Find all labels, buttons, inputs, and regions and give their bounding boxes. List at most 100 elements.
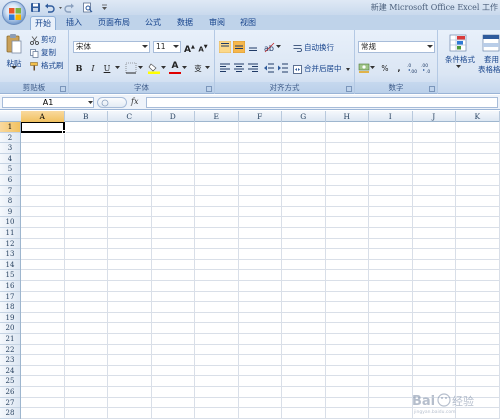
increase-indent-icon[interactable]: [277, 62, 289, 74]
alignment-dialog-launcher[interactable]: [346, 86, 352, 92]
row-header-16[interactable]: 16: [0, 281, 20, 292]
percent-button[interactable]: %: [379, 62, 391, 74]
clipboard-dialog-launcher[interactable]: [60, 86, 66, 92]
format-as-table-button[interactable]: 套用 表格格式: [478, 34, 500, 74]
align-bottom-icon[interactable]: [247, 41, 259, 53]
tab-data[interactable]: 数据: [175, 16, 195, 30]
align-left-icon[interactable]: [219, 62, 231, 74]
save-icon[interactable]: [30, 2, 41, 13]
customize-qat-icon[interactable]: [99, 2, 110, 13]
number-format-select[interactable]: 常规: [358, 41, 435, 53]
conditional-formatting-button[interactable]: 条件格式: [441, 34, 475, 74]
comma-button[interactable]: ,: [393, 62, 405, 74]
column-header-e[interactable]: E: [195, 111, 239, 122]
column-header-a[interactable]: A: [21, 111, 65, 122]
align-top-icon[interactable]: [219, 41, 231, 53]
print-preview-icon[interactable]: [82, 2, 93, 13]
font-color-dropdown-icon[interactable]: [182, 66, 187, 70]
row-header-15[interactable]: 15: [0, 270, 20, 281]
cell-grid[interactable]: [21, 122, 500, 419]
font-size-select[interactable]: 11: [153, 41, 181, 53]
accounting-format-icon[interactable]: [358, 62, 370, 74]
column-header-b[interactable]: B: [65, 111, 108, 122]
row-header-17[interactable]: 17: [0, 292, 20, 303]
underline-dropdown-icon[interactable]: [115, 66, 120, 70]
accounting-dropdown-icon[interactable]: [370, 66, 375, 70]
formula-input[interactable]: [146, 97, 498, 108]
orientation-dropdown-icon[interactable]: [276, 45, 281, 49]
row-header-4[interactable]: 4: [0, 154, 20, 165]
active-cell[interactable]: [21, 122, 66, 134]
row-header-2[interactable]: 2: [0, 133, 20, 144]
fill-color-icon[interactable]: [148, 62, 160, 74]
format-painter-button[interactable]: 格式刷: [30, 60, 64, 71]
row-header-7[interactable]: 7: [0, 186, 20, 197]
row-header-9[interactable]: 9: [0, 207, 20, 218]
align-center-icon[interactable]: [233, 62, 245, 74]
cut-button[interactable]: 剪切: [30, 34, 56, 45]
column-header-g[interactable]: G: [282, 111, 326, 122]
align-middle-icon[interactable]: [233, 41, 245, 53]
font-dialog-launcher[interactable]: [206, 86, 212, 92]
row-header-6[interactable]: 6: [0, 175, 20, 186]
borders-dropdown-icon[interactable]: [138, 66, 143, 70]
tab-insert[interactable]: 插入: [64, 16, 84, 30]
row-header-21[interactable]: 21: [0, 334, 20, 345]
row-header-13[interactable]: 13: [0, 249, 20, 260]
row-header-5[interactable]: 5: [0, 164, 20, 175]
shrink-font-button[interactable]: A▼: [197, 41, 209, 53]
column-header-i[interactable]: I: [369, 111, 413, 122]
undo-icon[interactable]: [44, 2, 55, 13]
orientation-icon[interactable]: ab: [263, 41, 275, 53]
row-header-23[interactable]: 23: [0, 355, 20, 366]
tab-view[interactable]: 视图: [238, 16, 258, 30]
align-right-icon[interactable]: [247, 62, 259, 74]
formula-bar-splitter[interactable]: [97, 97, 127, 108]
fill-handle[interactable]: [61, 129, 66, 134]
fill-color-dropdown-icon[interactable]: [161, 66, 166, 70]
row-header-14[interactable]: 14: [0, 260, 20, 271]
row-header-19[interactable]: 19: [0, 313, 20, 324]
insert-function-button[interactable]: fx: [131, 97, 143, 108]
tab-formulas[interactable]: 公式: [143, 16, 163, 30]
row-header-24[interactable]: 24: [0, 366, 20, 377]
name-box-dropdown-icon[interactable]: [88, 101, 93, 105]
column-header-j[interactable]: J: [413, 111, 456, 122]
tab-home[interactable]: 开始: [30, 16, 56, 30]
font-color-button[interactable]: A: [169, 61, 181, 74]
row-header-26[interactable]: 26: [0, 387, 20, 398]
redo-icon[interactable]: [64, 2, 75, 13]
row-header-11[interactable]: 11: [0, 228, 20, 239]
row-header-22[interactable]: 22: [0, 345, 20, 356]
row-header-20[interactable]: 20: [0, 323, 20, 334]
row-header-8[interactable]: 8: [0, 196, 20, 207]
row-header-28[interactable]: 28: [0, 408, 20, 419]
row-header-12[interactable]: 12: [0, 239, 20, 250]
number-dialog-launcher[interactable]: [429, 86, 435, 92]
tab-review[interactable]: 审阅: [207, 16, 227, 30]
bold-button[interactable]: B: [73, 62, 85, 74]
decrease-indent-icon[interactable]: [263, 62, 275, 74]
decrease-decimal-icon[interactable]: .00 .0: [421, 62, 433, 74]
column-header-h[interactable]: H: [326, 111, 369, 122]
column-header-d[interactable]: D: [152, 111, 195, 122]
tab-page-layout[interactable]: 页面布局: [95, 16, 133, 30]
row-header-18[interactable]: 18: [0, 302, 20, 313]
font-name-select[interactable]: 宋体: [73, 41, 150, 53]
phonetic-button[interactable]: 变: [192, 62, 204, 74]
row-header-10[interactable]: 10: [0, 217, 20, 228]
merge-center-button[interactable]: 合并后居中: [293, 63, 350, 74]
paste-button[interactable]: 粘贴: [3, 33, 25, 71]
borders-icon[interactable]: [125, 62, 137, 74]
column-header-c[interactable]: C: [108, 111, 152, 122]
name-box[interactable]: A1: [2, 97, 94, 108]
row-header-1[interactable]: 1: [0, 122, 20, 133]
row-header-3[interactable]: 3: [0, 143, 20, 154]
office-button[interactable]: [2, 1, 26, 25]
italic-button[interactable]: I: [87, 62, 99, 74]
column-header-f[interactable]: F: [239, 111, 282, 122]
underline-button[interactable]: U: [101, 62, 113, 74]
increase-decimal-icon[interactable]: .0 .00: [407, 62, 419, 74]
row-header-27[interactable]: 27: [0, 398, 20, 409]
row-header-25[interactable]: 25: [0, 376, 20, 387]
